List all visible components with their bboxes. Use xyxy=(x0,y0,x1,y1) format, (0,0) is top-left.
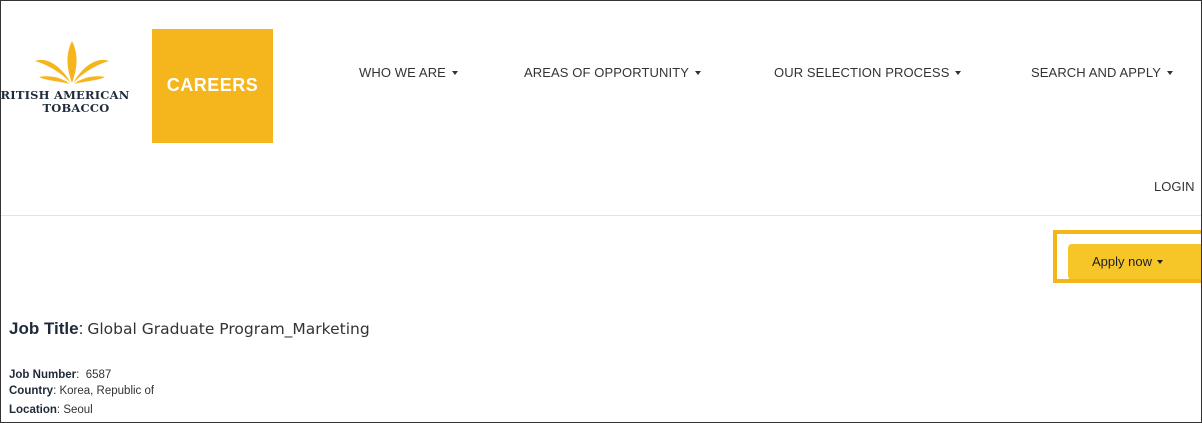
job-number-value: 6587 xyxy=(85,369,112,381)
caret-down-icon xyxy=(451,70,458,75)
caret-down-icon xyxy=(1166,70,1173,75)
careers-label: CAREERS xyxy=(166,75,259,95)
caret-down-icon xyxy=(955,70,962,75)
nav-our-selection-process[interactable]: OUR SELECTION PROCESS xyxy=(774,65,962,80)
bat-logo[interactable]: RITISH AMERICAN TOBACCO xyxy=(1,37,151,137)
leaf-logo-icon xyxy=(35,41,109,84)
header-divider xyxy=(1,215,1201,216)
job-number: Job Number: 6587 xyxy=(9,369,112,381)
nav-areas-of-opportunity-label: AREAS OF OPPORTUNITY xyxy=(524,65,690,80)
job-title: Job Title: Global Graduate Program_Market… xyxy=(9,319,370,338)
nav-our-selection-process-label: OUR SELECTION PROCESS xyxy=(774,65,950,80)
apply-highlight-box xyxy=(1053,230,1201,283)
job-country-label: Country xyxy=(9,385,54,397)
careers-logo[interactable]: CAREERS xyxy=(152,29,273,143)
job-number-label: Job Number xyxy=(9,369,77,381)
job-location: Location: Seoul xyxy=(9,404,93,416)
job-title-label: Job Title xyxy=(9,319,79,338)
job-location-label: Location xyxy=(9,404,57,416)
job-country: Country: Korea, Republic of xyxy=(9,385,155,397)
job-country-value: Korea, Republic of xyxy=(59,385,155,397)
nav-who-we-are[interactable]: WHO WE ARE xyxy=(359,65,458,80)
nav-search-and-apply[interactable]: SEARCH AND APPLY xyxy=(1031,65,1173,80)
nav-who-we-are-label: WHO WE ARE xyxy=(359,65,446,80)
nav-search-and-apply-label: SEARCH AND APPLY xyxy=(1031,65,1161,80)
company-name: RITISH AMERICAN TOBACCO xyxy=(1,89,151,115)
caret-down-icon xyxy=(695,70,702,75)
page-frame: RITISH AMERICAN TOBACCO CAREERS WHO WE A… xyxy=(0,0,1202,423)
job-location-value: Seoul xyxy=(63,404,93,416)
company-name-line2: TOBACCO xyxy=(42,101,110,115)
nav-areas-of-opportunity[interactable]: AREAS OF OPPORTUNITY xyxy=(524,65,702,80)
login-link[interactable]: LOGIN xyxy=(1154,179,1194,194)
job-title-value: Global Graduate Program_Marketing xyxy=(87,320,370,338)
